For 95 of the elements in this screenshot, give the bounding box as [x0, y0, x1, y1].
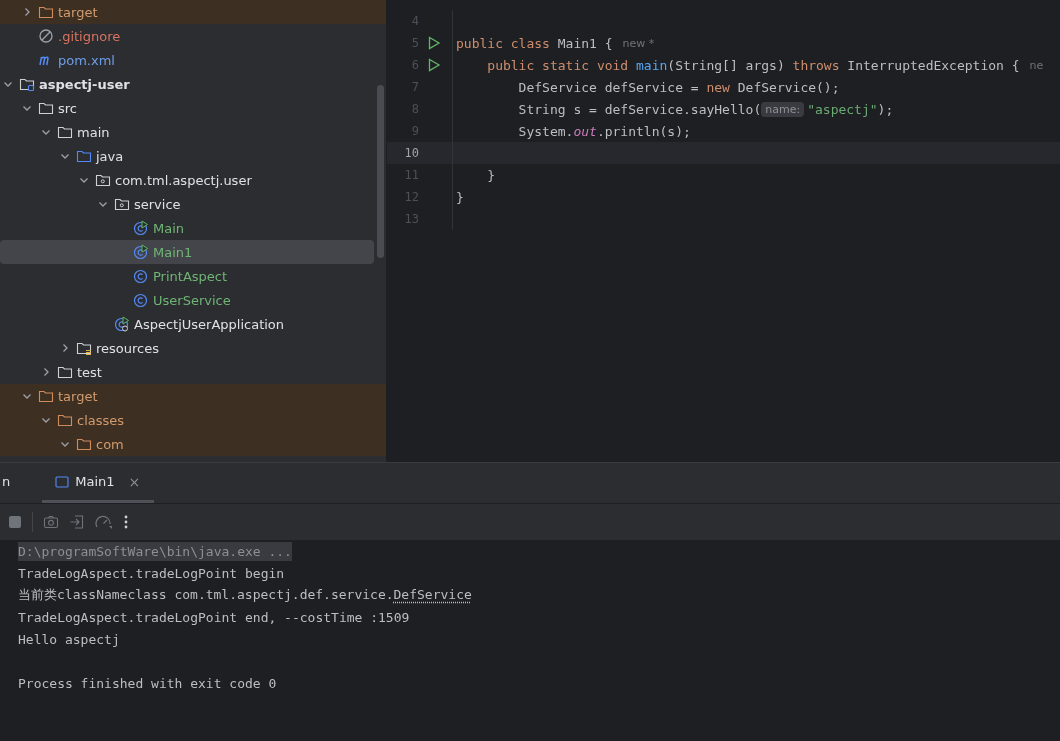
code-text: String s = defService.sayHello( — [517, 101, 762, 117]
tree-item-label: target — [58, 388, 98, 404]
tree-row[interactable]: com — [0, 432, 386, 456]
tree-item-label: .gitignore — [58, 28, 121, 44]
class-link[interactable]: DefService — [393, 587, 472, 602]
tree-item-label: test — [77, 364, 102, 380]
tree-row[interactable]: src — [0, 96, 374, 120]
tree-item-label: PrintAspect — [153, 268, 228, 284]
tree-row[interactable]: Main — [0, 216, 374, 240]
tree-item-label: Main — [153, 220, 185, 236]
tree-item-label: java — [96, 148, 124, 164]
folder-icon — [76, 436, 92, 452]
folder-icon — [19, 76, 35, 92]
class-icon — [133, 268, 149, 284]
code-keyword: public class — [456, 35, 551, 51]
console-line: 当前类classNameclass com.tml.aspectj.def.service.DefService — [18, 586, 472, 604]
tree-item-label: service — [134, 196, 181, 212]
prohibited-icon — [38, 28, 54, 44]
code-text: ); — [877, 101, 894, 117]
stop-icon[interactable] — [8, 515, 22, 529]
tree-row[interactable]: PrintAspect — [0, 264, 374, 288]
exit-message: Process finished with exit code 0 — [18, 675, 277, 691]
code-text: Main1 { — [557, 35, 613, 51]
folder-icon — [76, 148, 92, 164]
code-text: DefService defService = — [517, 79, 700, 95]
tree-item-label: aspectj-user — [39, 76, 130, 92]
folder-icon — [38, 388, 54, 404]
folder-icon — [57, 364, 73, 380]
code-text: DefService(); — [737, 79, 840, 95]
code-keyword: throws — [792, 57, 841, 73]
tree-item-label: main — [77, 124, 110, 140]
console-line: Hello aspectj — [18, 631, 120, 647]
tree-row[interactable]: main — [0, 120, 374, 144]
gauge-icon[interactable] — [95, 514, 113, 530]
code-keyword: new — [706, 79, 731, 95]
tree-row[interactable]: test — [0, 360, 374, 384]
tree-item-label: com — [96, 436, 124, 452]
code-string: "aspectj" — [807, 101, 878, 117]
console-line: TradeLogAspect.tradeLogPoint end, --costTime :1509 — [18, 609, 410, 625]
tree-row[interactable]: classes — [0, 408, 386, 432]
line-number: 10 — [403, 146, 419, 160]
sign-in-icon[interactable] — [69, 514, 85, 530]
tree-row[interactable]: AspectjUserApplication — [0, 312, 374, 336]
folder-icon — [38, 4, 54, 20]
tree-row[interactable]: service — [0, 192, 374, 216]
tree-item-label: classes — [77, 412, 125, 428]
class-icon — [133, 292, 149, 308]
run-icon[interactable] — [427, 58, 441, 72]
camera-icon[interactable] — [43, 514, 59, 530]
tree-item-label: Main1 — [153, 244, 193, 260]
run-tab[interactable]: n — [2, 463, 25, 503]
tree-item-label: AspectjUserApplication — [134, 316, 285, 332]
code-text: .println(s); — [596, 123, 691, 139]
folder-icon — [38, 100, 54, 116]
folder-icon — [57, 412, 73, 428]
tree-item-label: com.tml.aspectj.user — [115, 172, 252, 188]
code-keyword: public static void — [486, 57, 630, 73]
tree-row[interactable]: .gitignore — [0, 24, 374, 48]
code-text: } — [456, 189, 464, 205]
class-icon — [133, 220, 149, 236]
code-text: } — [486, 167, 496, 183]
tree-row[interactable]: pom.xml — [0, 48, 374, 72]
close-icon[interactable]: × — [128, 473, 141, 490]
tree-row[interactable]: target — [0, 384, 386, 408]
scrollbar-thumb[interactable] — [377, 85, 384, 258]
tree-row[interactable]: target — [0, 0, 386, 24]
package-icon — [114, 196, 130, 212]
more-icon[interactable] — [123, 514, 129, 530]
tree-row[interactable]: aspectj-user — [0, 72, 374, 96]
author-hint: new * — [622, 36, 655, 50]
folder-icon — [57, 124, 73, 140]
class-icon — [114, 316, 130, 332]
tree-row[interactable]: UserService — [0, 288, 374, 312]
folder-icon — [76, 340, 92, 356]
console-line: TradeLogAspect.tradeLogPoint begin — [18, 565, 285, 581]
console-icon — [55, 474, 70, 489]
package-icon — [95, 172, 111, 188]
tree-item-label: target — [58, 4, 98, 20]
code-text: InterruptedException { — [847, 57, 1020, 73]
tree-item-label: src — [58, 100, 77, 116]
code-field: out — [573, 123, 597, 139]
code-text: (String[] args) — [667, 57, 786, 73]
tree-item-label: UserService — [153, 292, 231, 308]
tree-row[interactable]: resources — [0, 336, 374, 360]
tree-item-label: resources — [96, 340, 159, 356]
tree-item-label: pom.xml — [58, 52, 115, 68]
tree-row[interactable]: java — [0, 144, 374, 168]
tree-row[interactable]: com.tml.aspectj.user — [0, 168, 374, 192]
code-method: main — [636, 57, 668, 73]
run-icon[interactable] — [427, 36, 441, 50]
class-icon — [133, 244, 149, 260]
tree-row[interactable]: Main1 — [0, 240, 374, 264]
author-hint: ne — [1029, 58, 1044, 72]
parameter-hint: name: — [761, 101, 805, 117]
code-text: System. — [517, 123, 574, 139]
